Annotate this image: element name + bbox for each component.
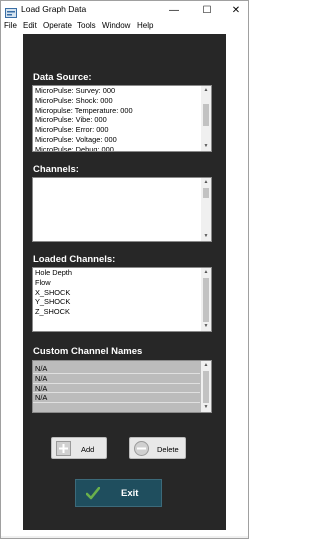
title-bar: Load Graph Data — ☐ ✕	[1, 1, 248, 19]
list-item[interactable]: N/A	[33, 364, 200, 374]
channels-label: Channels:	[33, 164, 79, 175]
load-graph-data-window: Load Graph Data — ☐ ✕ File Edit Operate …	[0, 0, 249, 539]
loaded-channels-scrollbar[interactable]: ▲ ▼	[201, 268, 211, 331]
data-source-label: Data Source:	[33, 72, 92, 83]
list-item[interactable]: Micropulse: Temperature: 000	[33, 106, 200, 116]
list-item[interactable]: MicroPulse: Debug: 000	[33, 145, 200, 151]
menu-tools[interactable]: Tools	[77, 21, 96, 30]
custom-channel-names-rows: N/A N/A N/A N/A	[33, 361, 200, 412]
scroll-thumb[interactable]	[203, 278, 209, 322]
list-item[interactable]: MicroPulse: Survey: 000	[33, 86, 200, 96]
list-item[interactable]: Z_SHOCK	[33, 307, 200, 317]
list-item[interactable]: MicroPulse: Error: 000	[33, 125, 200, 135]
menu-help[interactable]: Help	[137, 21, 153, 30]
scroll-up-icon[interactable]: ▲	[201, 178, 211, 187]
list-item[interactable]: N/A	[33, 374, 200, 384]
window-title: Load Graph Data	[21, 4, 87, 14]
menu-window[interactable]: Window	[102, 21, 130, 30]
scroll-up-icon[interactable]: ▲	[201, 86, 211, 95]
scroll-down-icon[interactable]: ▼	[201, 403, 211, 412]
list-item[interactable]: Hole Depth	[33, 268, 200, 278]
add-button-label: Add	[81, 445, 95, 454]
custom-channel-names-label: Custom Channel Names	[33, 346, 143, 357]
loaded-channels-list[interactable]: Hole Depth Flow X_SHOCK Y_SHOCK Z_SHOCK ▲ ▼	[32, 267, 212, 332]
list-item[interactable]: Y_SHOCK	[33, 297, 200, 307]
list-item[interactable]: N/A	[33, 384, 200, 394]
menu-file[interactable]: File	[4, 21, 17, 30]
list-item[interactable]: MicroPulse: Shock: 000	[33, 96, 200, 106]
delete-button-label: Delete	[157, 445, 179, 454]
data-source-scrollbar[interactable]: ▲ ▼	[201, 86, 211, 151]
list-item[interactable]: MicroPulse: Vibe: 000	[33, 115, 200, 125]
menu-edit[interactable]: Edit	[23, 21, 37, 30]
delete-icon	[134, 441, 149, 461]
list-item[interactable]: MicroPulse: Voltage: 000	[33, 135, 200, 145]
list-item[interactable]: N/A	[33, 393, 200, 404]
add-button[interactable]: Add	[51, 437, 107, 459]
maximize-icon: ☐	[202, 4, 212, 16]
custom-channel-names-scrollbar[interactable]: ▲ ▼	[201, 361, 211, 412]
scroll-down-icon[interactable]: ▼	[201, 232, 211, 241]
channels-scrollbar[interactable]: ▲ ▼	[201, 178, 211, 241]
add-icon	[56, 441, 71, 461]
custom-channel-names-list[interactable]: N/A N/A N/A N/A ▲ ▼	[32, 360, 212, 413]
scroll-thumb[interactable]	[203, 371, 209, 403]
scroll-thumb[interactable]	[203, 104, 209, 126]
loaded-channels-rows: Hole Depth Flow X_SHOCK Y_SHOCK Z_SHOCK	[33, 268, 200, 331]
list-item[interactable]: Flow	[33, 278, 200, 288]
exit-button[interactable]: Exit	[75, 479, 162, 507]
menu-bar: File Edit Operate Tools Window Help	[1, 19, 248, 33]
scroll-down-icon[interactable]: ▼	[201, 142, 211, 151]
data-source-rows: MicroPulse: Survey: 000 MicroPulse: Shock…	[33, 86, 200, 151]
delete-button[interactable]: Delete	[129, 437, 186, 459]
close-icon: ✕	[231, 4, 241, 16]
channels-list[interactable]: ▲ ▼	[32, 177, 212, 242]
minimize-icon: —	[169, 4, 179, 16]
scroll-up-icon[interactable]: ▲	[201, 361, 211, 370]
app-icon	[5, 5, 17, 18]
minimize-button[interactable]: —	[165, 2, 183, 18]
scroll-down-icon[interactable]: ▼	[201, 322, 211, 331]
scroll-up-icon[interactable]: ▲	[201, 268, 211, 277]
menu-operate[interactable]: Operate	[43, 21, 72, 30]
maximize-button[interactable]: ☐	[198, 2, 216, 18]
check-icon	[85, 486, 101, 505]
exit-button-label: Exit	[121, 488, 139, 499]
main-panel: Data Source: MicroPulse: Survey: 000 Micr…	[23, 34, 226, 530]
data-source-list[interactable]: MicroPulse: Survey: 000 MicroPulse: Shock…	[32, 85, 212, 152]
close-button[interactable]: ✕	[227, 2, 245, 18]
channels-rows	[33, 178, 200, 241]
loaded-channels-label: Loaded Channels:	[33, 254, 116, 265]
scroll-thumb[interactable]	[203, 188, 209, 198]
list-item[interactable]: X_SHOCK	[33, 288, 200, 298]
bottom-border	[1, 536, 248, 538]
